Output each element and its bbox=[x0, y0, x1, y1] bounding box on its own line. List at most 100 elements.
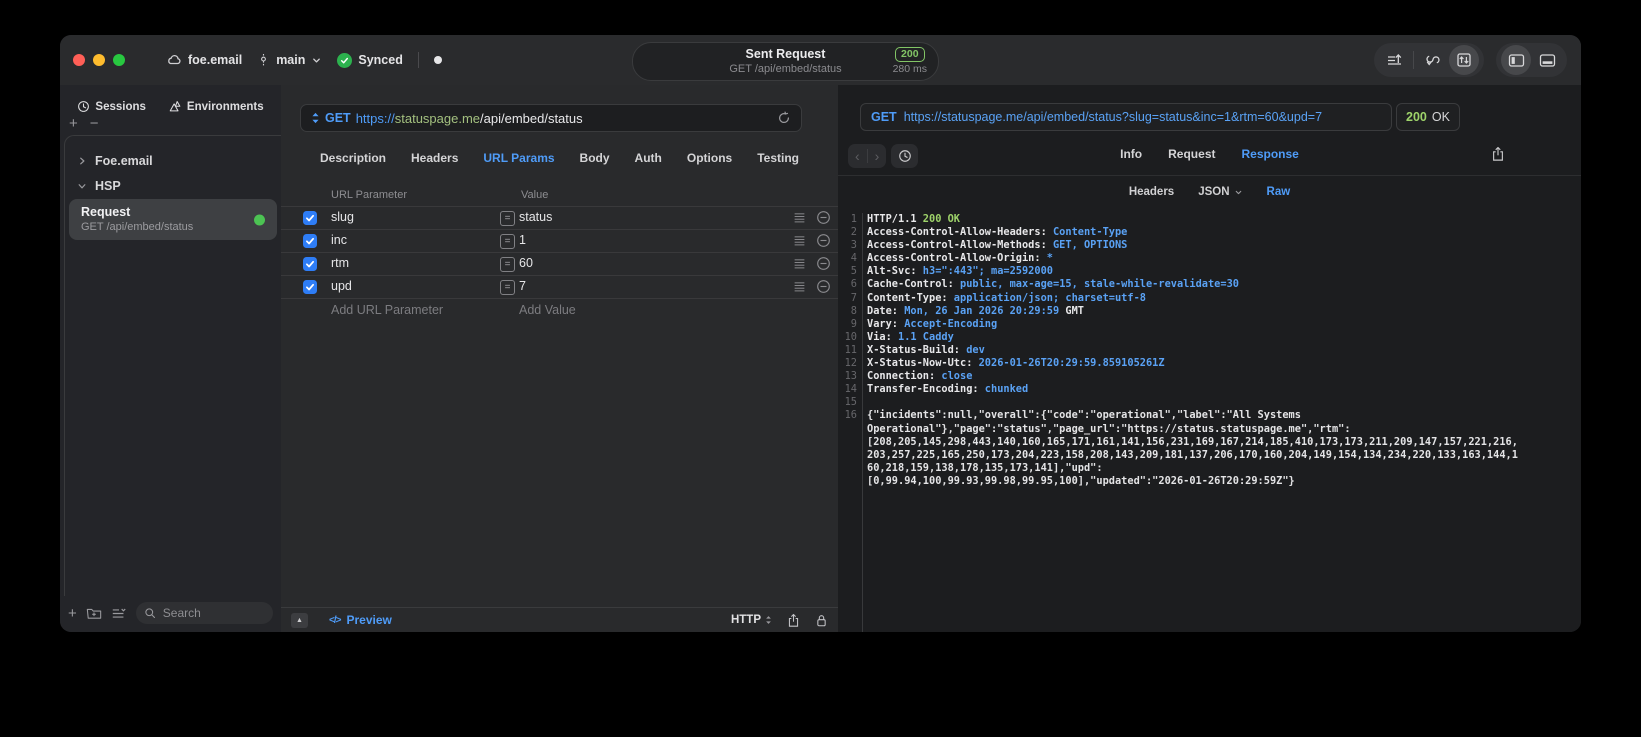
line-number: 11 bbox=[844, 343, 857, 356]
url-text[interactable]: https://statuspage.me/api/embed/status bbox=[356, 111, 583, 126]
request-list-item-selected[interactable]: Request GET /api/embed/status bbox=[69, 199, 277, 240]
param-value[interactable]: 60 bbox=[519, 256, 533, 270]
toggle-bottom-panel-icon[interactable] bbox=[1532, 45, 1562, 75]
reorder-icon[interactable] bbox=[793, 234, 806, 247]
subtab-headers[interactable]: Headers bbox=[1129, 186, 1174, 198]
lock-icon[interactable] bbox=[815, 613, 828, 628]
remove-param-icon[interactable] bbox=[816, 279, 831, 294]
add-value-placeholder[interactable]: Add Value bbox=[519, 303, 576, 317]
chevron-down-icon bbox=[1234, 188, 1243, 197]
preview-button[interactable]: </> Preview bbox=[329, 613, 392, 627]
protocol-selector[interactable]: HTTP bbox=[731, 614, 772, 626]
reorder-icon[interactable] bbox=[793, 211, 806, 224]
code-line: [208,205,145,298,443,140,160,165,171,161… bbox=[838, 436, 1581, 449]
add-param-placeholder[interactable]: Add URL Parameter bbox=[331, 303, 443, 317]
response-subtabs: Headers JSON Raw bbox=[838, 181, 1581, 203]
remove-session-button[interactable]: − bbox=[90, 116, 99, 131]
code-line: 10 Via: 1.1 Caddy bbox=[838, 331, 1581, 344]
response-status-code: 200 bbox=[1406, 110, 1427, 124]
view-options-icon[interactable] bbox=[111, 607, 127, 620]
param-name[interactable]: upd bbox=[331, 279, 352, 293]
method-stepper-icon[interactable] bbox=[311, 112, 320, 124]
status-badge: 200 bbox=[895, 47, 925, 62]
tab-testing[interactable]: Testing bbox=[757, 151, 799, 165]
tab-sessions[interactable]: Sessions bbox=[77, 100, 146, 113]
tab-response[interactable]: Response bbox=[1241, 147, 1298, 161]
url-field[interactable]: GET https://statuspage.me/api/embed/stat… bbox=[300, 104, 802, 132]
share-icon[interactable] bbox=[787, 613, 800, 628]
request-response-layout-icon[interactable] bbox=[1449, 45, 1479, 75]
tree-item-hsp[interactable]: HSP bbox=[65, 173, 281, 198]
param-row-rtm: rtm = 60 bbox=[281, 253, 838, 276]
param-value[interactable]: status bbox=[519, 210, 552, 224]
remove-param-icon[interactable] bbox=[816, 256, 831, 271]
reorder-icon[interactable] bbox=[793, 280, 806, 293]
tab-auth[interactable]: Auth bbox=[635, 151, 662, 165]
tree-label: Foe.email bbox=[95, 153, 153, 168]
close-window-button[interactable] bbox=[73, 54, 85, 66]
code-line: 5 Alt-Svc: h3=":443"; ma=2592000 bbox=[838, 265, 1581, 278]
merge-requests-icon[interactable] bbox=[1418, 45, 1448, 75]
remove-param-icon[interactable] bbox=[816, 210, 831, 225]
line-number bbox=[838, 423, 857, 436]
code-line: 7 Content-Type: application/json; charset… bbox=[838, 292, 1581, 305]
chevron-right-icon bbox=[77, 156, 87, 166]
equals-icon: = bbox=[500, 234, 515, 249]
code-line: 13 Connection: close bbox=[838, 370, 1581, 383]
reorder-icon[interactable] bbox=[793, 257, 806, 270]
response-body[interactable]: 1 HTTP/1.1 200 OK 2 Access-Control-Allow-He… bbox=[838, 213, 1581, 632]
param-name[interactable]: slug bbox=[331, 210, 354, 224]
resend-request-icon[interactable] bbox=[777, 111, 791, 125]
code-line: 11 X-Status-Build: dev bbox=[838, 344, 1581, 357]
param-name[interactable]: inc bbox=[331, 233, 347, 247]
subtab-json[interactable]: JSON bbox=[1198, 186, 1242, 198]
tree-label: HSP bbox=[95, 178, 121, 193]
line-number: 4 bbox=[850, 252, 857, 265]
tree-item-foe-email[interactable]: Foe.email bbox=[65, 148, 281, 173]
search-input[interactable] bbox=[160, 605, 265, 621]
sync-status[interactable]: Synced bbox=[337, 52, 403, 68]
line-number: 5 bbox=[850, 265, 857, 278]
response-status-text: OK bbox=[1431, 110, 1450, 124]
add-param-row[interactable]: Add URL Parameter Add Value bbox=[281, 299, 838, 321]
line-number: 7 bbox=[850, 291, 857, 304]
search-field[interactable] bbox=[135, 602, 273, 624]
request-summary-pill[interactable]: Sent Request GET /api/embed/status 200 2… bbox=[632, 42, 939, 81]
tab-url-params[interactable]: URL Params bbox=[483, 151, 554, 165]
param-value[interactable]: 7 bbox=[519, 279, 526, 293]
request-duration: 280 ms bbox=[892, 63, 927, 75]
param-checkbox[interactable] bbox=[303, 234, 317, 248]
export-response-icon[interactable] bbox=[1491, 146, 1505, 162]
param-name[interactable]: rtm bbox=[331, 256, 349, 270]
add-session-button[interactable]: + bbox=[69, 116, 78, 131]
code-line: 2 Access-Control-Allow-Headers: Content-T… bbox=[838, 226, 1581, 239]
code-line: 4 Access-Control-Allow-Origin: * bbox=[838, 252, 1581, 265]
tab-description[interactable]: Description bbox=[320, 151, 386, 165]
branch-selector[interactable]: main bbox=[257, 53, 322, 67]
param-checkbox[interactable] bbox=[303, 280, 317, 294]
project-menu[interactable]: foe.email bbox=[166, 52, 242, 68]
zoom-window-button[interactable] bbox=[113, 54, 125, 66]
param-value[interactable]: 1 bbox=[519, 233, 526, 247]
subtab-raw[interactable]: Raw bbox=[1267, 186, 1291, 198]
expand-panel-button[interactable]: ▲ bbox=[291, 612, 308, 628]
param-checkbox[interactable] bbox=[303, 211, 317, 225]
add-request-button[interactable]: + bbox=[68, 606, 77, 621]
new-folder-icon[interactable] bbox=[86, 606, 102, 620]
tab-body[interactable]: Body bbox=[580, 151, 610, 165]
method-label[interactable]: GET bbox=[325, 111, 351, 125]
tab-options[interactable]: Options bbox=[687, 151, 732, 165]
tab-request[interactable]: Request bbox=[1168, 147, 1215, 161]
gutter-rule bbox=[862, 213, 863, 632]
param-checkbox[interactable] bbox=[303, 257, 317, 271]
sort-list-icon[interactable] bbox=[1379, 45, 1409, 75]
minimize-window-button[interactable] bbox=[93, 54, 105, 66]
remove-param-icon[interactable] bbox=[816, 233, 831, 248]
tab-headers[interactable]: Headers bbox=[411, 151, 458, 165]
tab-info[interactable]: Info bbox=[1120, 147, 1142, 161]
tab-environments[interactable]: Environments bbox=[168, 100, 264, 113]
request-tabs: Description Headers URL Params Body Auth Opti… bbox=[281, 151, 838, 165]
toggle-sidebar-icon[interactable] bbox=[1501, 45, 1531, 75]
sent-request-url-box[interactable]: GET https://statuspage.me/api/embed/stat… bbox=[860, 103, 1392, 131]
equals-icon: = bbox=[500, 280, 515, 295]
